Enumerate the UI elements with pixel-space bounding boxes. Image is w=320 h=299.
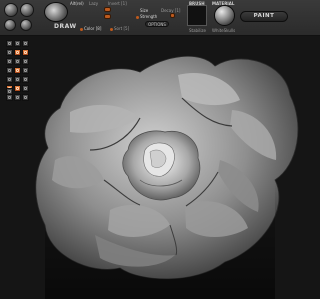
- tool-grid-icon[interactable]: [22, 49, 29, 56]
- tool-grid-icon[interactable]: [22, 40, 29, 47]
- tool-grid-icon[interactable]: [6, 49, 13, 56]
- sort-label[interactable]: Sort [5]: [110, 26, 129, 31]
- brush-swatch[interactable]: [187, 5, 207, 26]
- color-label[interactable]: Color [8]: [80, 26, 101, 31]
- accent-dot-icon: [110, 27, 113, 31]
- alpha-label[interactable]: Alt(rel): [70, 1, 84, 6]
- tool-grid-icon[interactable]: [14, 58, 21, 65]
- tool-grid-icon[interactable]: [14, 85, 21, 92]
- tool-grid-icon[interactable]: [14, 67, 21, 74]
- tool-orb-icon[interactable]: [20, 3, 34, 17]
- tool-grid-icon[interactable]: [6, 40, 13, 47]
- tool-grid-icon[interactable]: [14, 49, 21, 56]
- draw-mode-label[interactable]: DRAW: [54, 23, 77, 30]
- strength-slider-knob[interactable]: [104, 14, 111, 19]
- invert-label[interactable]: Invert [1]: [108, 1, 127, 6]
- tool-grid-icon[interactable]: [22, 85, 29, 92]
- material-sphere-icon[interactable]: [214, 5, 235, 26]
- paint-button[interactable]: PAINT: [240, 11, 288, 22]
- material-name: WhiteSkulls: [212, 28, 236, 33]
- strength-value-knob[interactable]: [170, 13, 175, 18]
- size-slider-knob[interactable]: [104, 7, 111, 12]
- brush-name: Stabilize: [189, 28, 206, 33]
- tool-grid-icon[interactable]: [6, 58, 13, 65]
- brush-preview[interactable]: [44, 2, 68, 22]
- tool-grid-icon[interactable]: [6, 67, 13, 74]
- sculpt-canvas[interactable]: [0, 36, 320, 299]
- accent-dot-icon: [80, 27, 83, 31]
- tool-grid-icon[interactable]: [14, 76, 21, 83]
- tool-orb-icon[interactable]: [4, 3, 18, 17]
- tool-grid-icon[interactable]: [6, 88, 13, 95]
- lazy-label[interactable]: Lazy: [89, 1, 98, 6]
- accent-dot-icon: [136, 15, 139, 19]
- sculpted-rose-mesh: [35, 55, 299, 299]
- size-label: Size: [140, 8, 149, 13]
- tool-grid-icon[interactable]: [14, 40, 21, 47]
- tool-grid-icon[interactable]: [22, 94, 29, 101]
- tool-grid-icon[interactable]: [14, 94, 21, 101]
- tool-grid-icon[interactable]: [22, 67, 29, 74]
- tool-grid-icon[interactable]: [6, 94, 13, 101]
- tool-grid-icon[interactable]: [22, 58, 29, 65]
- tool-grid-icon[interactable]: [6, 76, 13, 83]
- options-button[interactable]: OPTIONS: [145, 21, 169, 27]
- top-toolbar: DRAW Alt(rel) Lazy Invert [1] Size Decay…: [0, 0, 320, 36]
- strength-label: Strength: [136, 14, 157, 19]
- tool-orb-small-icon[interactable]: [4, 19, 16, 31]
- tool-orb-small-icon[interactable]: [20, 19, 32, 31]
- tool-grid-icon[interactable]: [22, 76, 29, 83]
